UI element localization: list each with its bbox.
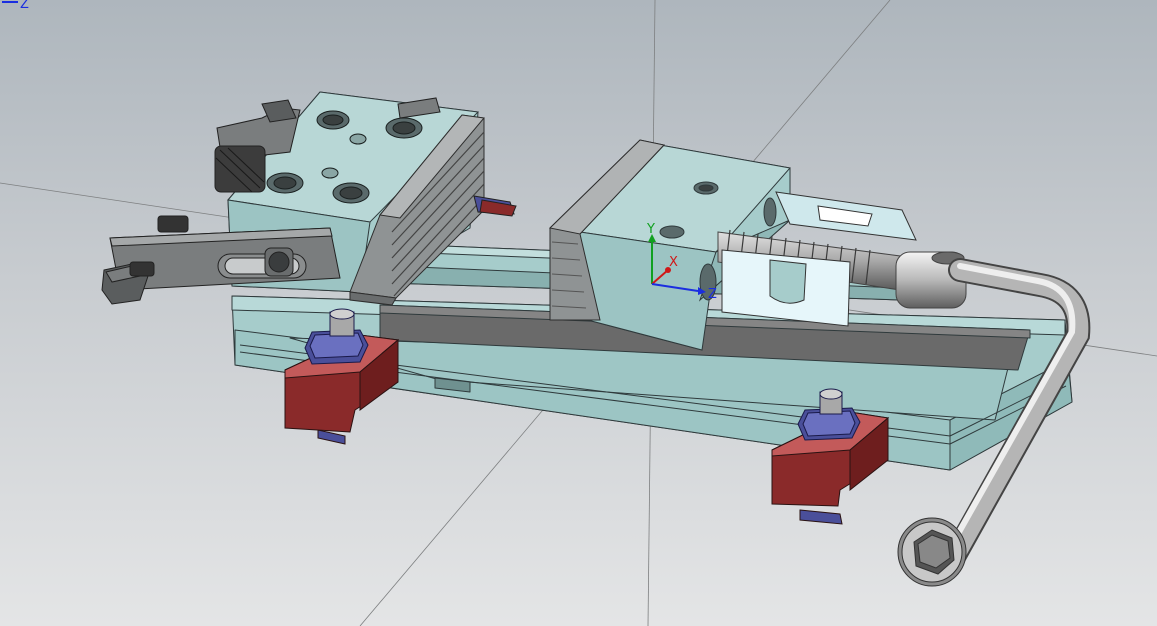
triad-x-label: X — [669, 255, 678, 270]
corner-triad-z-label: Z — [20, 0, 29, 12]
corner-triad: Z — [2, 0, 29, 12]
3d-viewport[interactable]: Z Y X Z — [0, 0, 1157, 626]
stop-arm-screw — [264, 247, 294, 277]
cad-scene[interactable]: Z Y X Z — [0, 0, 1157, 626]
triad-z-label: Z — [708, 287, 717, 302]
work-stop-arm[interactable] — [101, 215, 341, 305]
handle-socket — [897, 517, 967, 587]
triad-y-label: Y — [646, 222, 655, 237]
